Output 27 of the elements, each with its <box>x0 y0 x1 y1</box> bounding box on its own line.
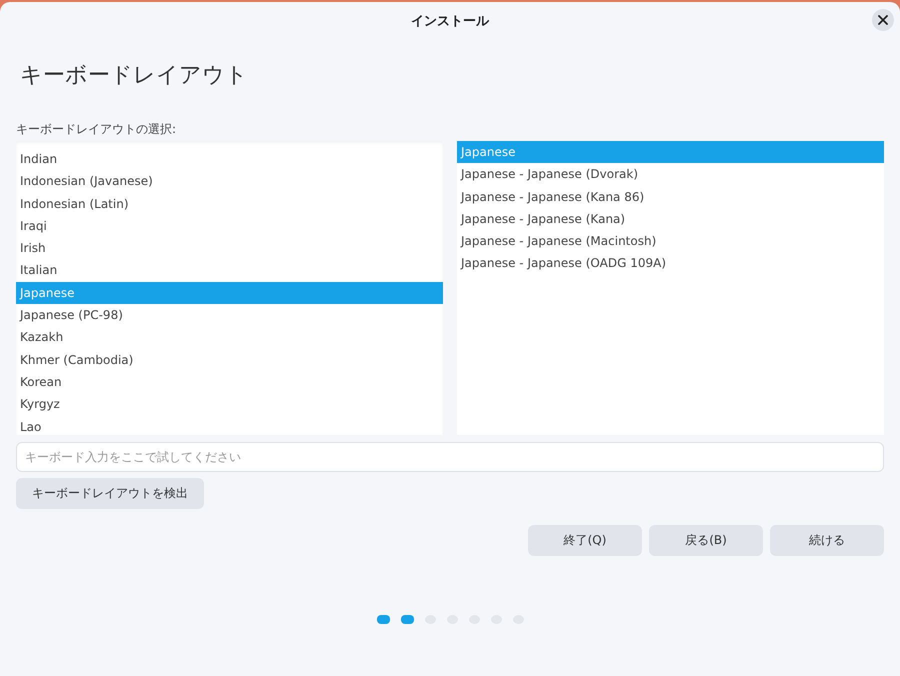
layout-item[interactable]: Italian <box>16 259 443 282</box>
detect-layout-button[interactable]: キーボードレイアウトを検出 <box>16 478 204 509</box>
page-heading: キーボードレイアウト <box>20 62 249 90</box>
variant-item[interactable]: Japanese - Japanese (Kana) <box>457 208 884 230</box>
layout-label: キーボードレイアウトの選択: <box>16 121 178 138</box>
close-button[interactable] <box>872 9 894 31</box>
variant-item[interactable]: Japanese - Japanese (Macintosh) <box>457 230 884 252</box>
layout-item[interactable]: Japanese (PC-98) <box>16 304 443 326</box>
layout-item[interactable]: Khmer (Cambodia) <box>16 348 443 371</box>
layout-item[interactable]: Korean <box>16 370 443 394</box>
layout-item[interactable]: Kyrgyz <box>16 393 443 416</box>
layout-item[interactable]: Kazakh <box>16 326 443 349</box>
test-input-field[interactable]: キーボード入力をここで試してください <box>16 442 884 472</box>
variant-item[interactable]: Japanese - Japanese (Dvorak) <box>457 163 884 186</box>
variant-item[interactable]: Japanese - Japanese (OADG 109A) <box>457 252 884 275</box>
variant-item[interactable]: Japanese - Japanese (Kana 86) <box>457 186 884 208</box>
layout-item[interactable]: Indonesian (Latin) <box>16 192 443 215</box>
layout-item[interactable]: Irish <box>16 237 443 260</box>
layout-item[interactable]: Iraqi <box>16 214 443 238</box>
layout-item[interactable]: Lao <box>16 416 443 435</box>
nav-button[interactable]: 続ける <box>770 525 884 556</box>
layout-item[interactable]: Indonesian (Javanese) <box>16 170 443 193</box>
nav-button[interactable]: 終了(Q) <box>528 525 642 556</box>
window-title: インストール <box>411 13 489 30</box>
close-icon <box>878 15 888 25</box>
layout-item[interactable]: Indian <box>16 148 443 170</box>
nav-button[interactable]: 戻る(B) <box>649 525 763 556</box>
